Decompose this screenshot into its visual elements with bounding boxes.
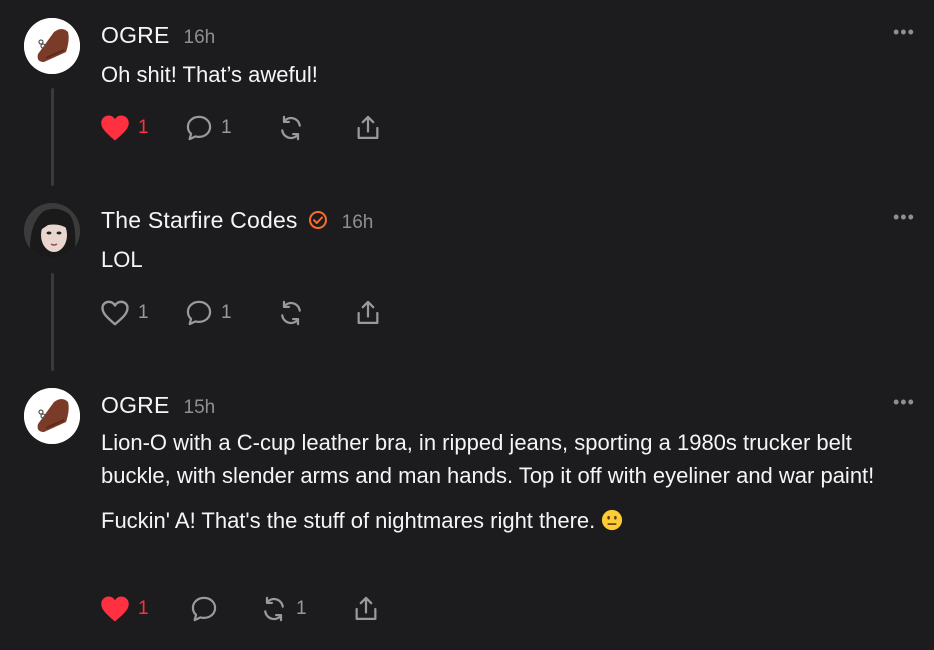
- repost-count: 1: [296, 598, 307, 619]
- neutral-face-emoji: [602, 509, 623, 531]
- share-button[interactable]: [354, 298, 382, 328]
- post-body: Oh shit! That’s aweful!: [101, 58, 916, 91]
- heart-icon: [101, 300, 129, 326]
- reply-count: 1: [221, 117, 232, 138]
- repost-icon: [281, 300, 301, 326]
- ogre-avatar-image: [24, 388, 80, 444]
- thread-line: [51, 88, 54, 186]
- post-header: The Starfire Codes 16h: [101, 207, 373, 234]
- repost-button[interactable]: [277, 298, 313, 328]
- more-icon[interactable]: •••: [893, 392, 915, 413]
- post-text-2: Fuckin' A! That's the stuff of nightmare…: [101, 504, 916, 537]
- repost-icon: [281, 115, 301, 141]
- reply-button[interactable]: [190, 594, 226, 624]
- author-name[interactable]: The Starfire Codes: [101, 207, 298, 234]
- post-time: 16h: [183, 27, 216, 48]
- more-icon[interactable]: •••: [893, 22, 915, 43]
- repost-button[interactable]: 1: [260, 594, 307, 624]
- post-time: 15h: [183, 397, 216, 418]
- thread-line: [51, 273, 54, 371]
- like-button[interactable]: 1: [100, 594, 149, 624]
- comment-icon: [191, 596, 217, 622]
- post-header: OGRE 15h: [101, 392, 215, 419]
- starfire-avatar-image: [24, 203, 80, 259]
- heart-icon: [101, 115, 129, 141]
- post-body: LOL: [101, 243, 916, 276]
- comment-icon: [186, 115, 212, 141]
- repost-icon: [264, 596, 284, 622]
- post-text-content: Fuckin' A! That's the stuff of nightmare…: [101, 508, 596, 533]
- post-body: Lion-O with a C-cup leather bra, in ripp…: [101, 426, 916, 537]
- share-icon: [357, 115, 379, 140]
- repost-button[interactable]: [277, 113, 313, 143]
- like-count: 1: [138, 117, 149, 138]
- like-button[interactable]: 1: [100, 113, 149, 143]
- author-name[interactable]: OGRE: [101, 392, 170, 419]
- avatar[interactable]: [24, 18, 80, 74]
- author-name[interactable]: OGRE: [101, 22, 170, 49]
- like-count: 1: [138, 302, 149, 323]
- comment-icon: [186, 300, 212, 326]
- reply-button[interactable]: 1: [185, 113, 232, 143]
- post-text: LOL: [101, 247, 143, 272]
- heart-icon: [101, 596, 129, 622]
- more-icon[interactable]: •••: [893, 207, 915, 228]
- share-icon: [357, 300, 379, 325]
- post-text: Oh shit! That’s aweful!: [101, 62, 318, 87]
- share-button[interactable]: [352, 594, 380, 624]
- share-icon: [355, 596, 377, 621]
- reply-button[interactable]: 1: [185, 298, 232, 328]
- reply-count: 1: [221, 302, 232, 323]
- post-header: OGRE 16h: [101, 22, 215, 49]
- ogre-avatar-image: [24, 18, 80, 74]
- share-button[interactable]: [354, 113, 382, 143]
- like-count: 1: [138, 598, 149, 619]
- avatar[interactable]: [24, 388, 80, 444]
- post-time: 16h: [341, 212, 374, 233]
- avatar[interactable]: [24, 203, 80, 259]
- post-text: Lion-O with a C-cup leather bra, in ripp…: [101, 430, 875, 488]
- like-button[interactable]: 1: [100, 298, 149, 328]
- verified-icon: [308, 211, 327, 229]
